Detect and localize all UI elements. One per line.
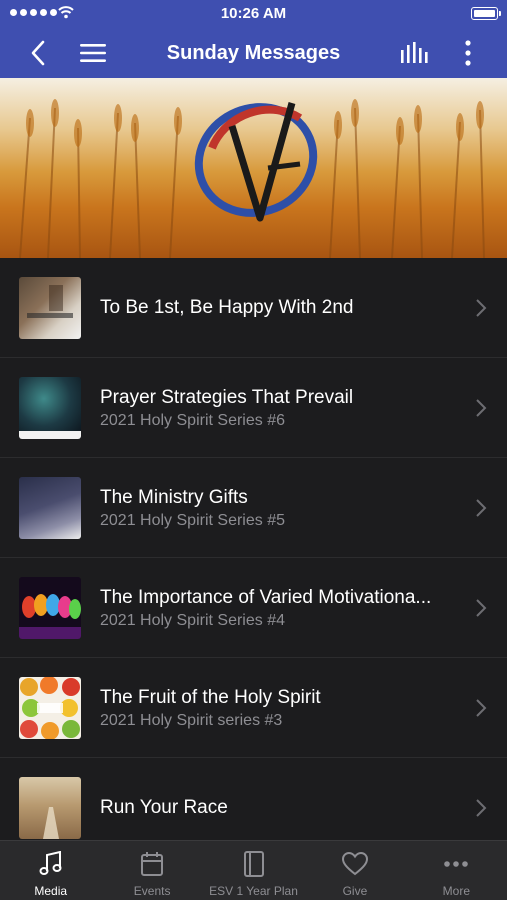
message-title: The Ministry Gifts xyxy=(100,486,248,508)
message-title: To Be 1st, Be Happy With 2nd xyxy=(100,297,354,318)
message-thumbnail xyxy=(19,777,81,839)
status-time: 10:26 AM xyxy=(220,5,287,22)
messages-list: To Be 1st, Be Happy With 2nd Prayer Stra… xyxy=(0,258,507,840)
equalizer-button[interactable] xyxy=(397,28,433,78)
more-dots-icon xyxy=(444,861,469,867)
tab-label: More xyxy=(442,884,470,898)
message-row[interactable]: The Fruit of the Holy Spirit 2021 Holy S… xyxy=(0,658,507,758)
message-title: The Fruit of the Holy Spirit xyxy=(100,686,321,708)
message-series: 2021 Holy Spirit series #3 xyxy=(100,711,283,729)
tab-give[interactable]: Give xyxy=(304,841,405,900)
menu-button[interactable] xyxy=(76,28,110,78)
book-icon xyxy=(243,851,264,877)
tab-bar: Media Events ESV 1 Year Plan Give More xyxy=(0,840,507,900)
battery-icon xyxy=(471,7,501,20)
status-bar: 10:26 AM xyxy=(0,0,507,28)
message-row[interactable]: To Be 1st, Be Happy With 2nd xyxy=(0,258,507,358)
message-thumbnail xyxy=(19,577,81,639)
music-note-icon xyxy=(39,851,62,875)
more-options-button[interactable] xyxy=(455,28,481,78)
chevron-right-icon xyxy=(476,399,487,417)
chevron-right-icon xyxy=(476,799,487,817)
heart-icon xyxy=(341,852,368,876)
tab-events[interactable]: Events xyxy=(101,841,202,900)
message-title: Run Your Race xyxy=(100,797,228,818)
message-row[interactable]: The Importance of Varied Motivationa... … xyxy=(0,558,507,658)
chevron-right-icon xyxy=(476,499,487,517)
tab-more[interactable]: More xyxy=(406,841,507,900)
hamburger-menu-icon xyxy=(80,44,106,62)
message-series: 2021 Holy Spirit Series #6 xyxy=(100,411,285,429)
message-row[interactable]: The Ministry Gifts 2021 Holy Spirit Seri… xyxy=(0,458,507,558)
tab-label: Events xyxy=(133,884,171,898)
message-thumbnail xyxy=(19,477,81,539)
tab-label: Media xyxy=(34,884,68,898)
tab-label: Give xyxy=(342,884,368,898)
message-row[interactable]: Prayer Strategies That Prevail 2021 Holy… xyxy=(0,358,507,458)
chevron-right-icon xyxy=(476,299,487,317)
chevron-left-icon xyxy=(31,40,45,66)
equalizer-icon xyxy=(401,42,428,63)
vertical-ellipsis-icon xyxy=(465,40,471,66)
nav-bar: Sunday Messages xyxy=(0,28,507,78)
banner-image xyxy=(0,78,507,258)
message-thumbnail xyxy=(19,677,81,739)
calendar-icon xyxy=(141,852,164,876)
message-title: The Importance of Varied Motivationa... xyxy=(100,586,432,608)
chevron-right-icon xyxy=(476,699,487,717)
message-row[interactable]: Run Your Race xyxy=(0,758,507,840)
back-button[interactable] xyxy=(20,28,56,78)
chevron-right-icon xyxy=(476,599,487,617)
message-series: 2021 Holy Spirit Series #5 xyxy=(100,511,285,529)
message-series: 2021 Holy Spirit Series #4 xyxy=(100,611,285,629)
message-thumbnail xyxy=(19,377,81,439)
tab-media[interactable]: Media xyxy=(0,841,101,900)
church-logo xyxy=(194,102,318,222)
tab-esv-plan[interactable]: ESV 1 Year Plan xyxy=(203,841,304,900)
message-title: Prayer Strategies That Prevail xyxy=(100,386,354,408)
message-thumbnail xyxy=(19,277,81,339)
tab-label: ESV 1 Year Plan xyxy=(209,884,298,898)
